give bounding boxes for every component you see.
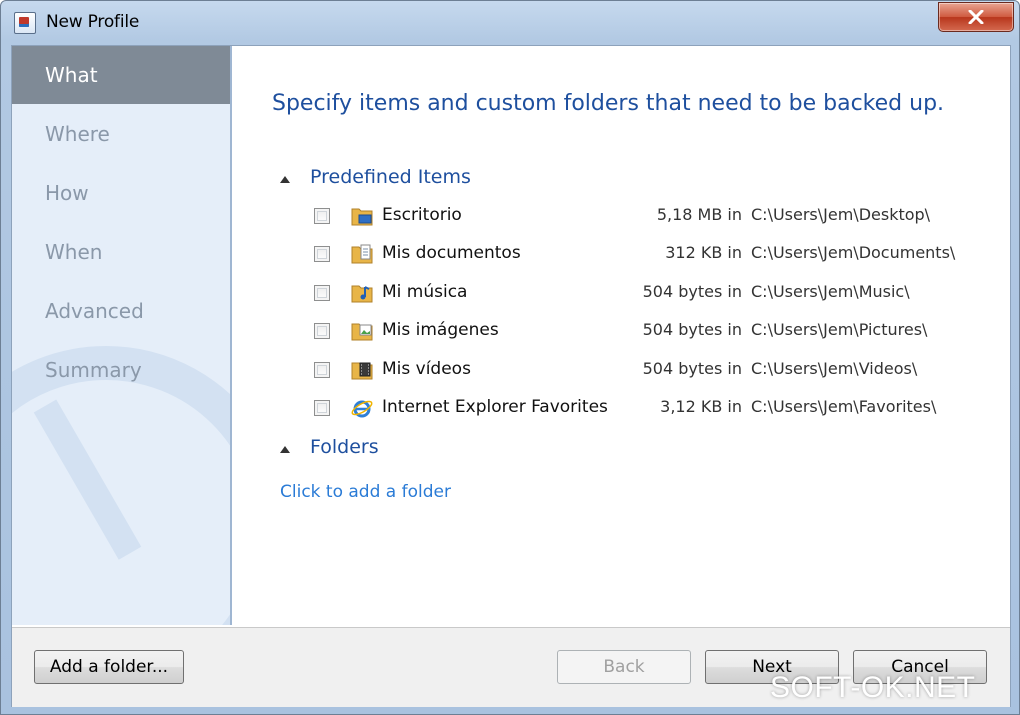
videos-folder-icon [351, 362, 373, 380]
close-button[interactable] [938, 2, 1014, 32]
item-row-videos: Mis vídeos 504 bytes in C:\Users\Jem\Vid… [312, 357, 992, 387]
step-when[interactable]: When [12, 223, 230, 281]
add-folder-link[interactable]: Click to add a folder [280, 482, 451, 502]
dialog-client-area: What Where How When Advanced Summary Spe… [11, 45, 1011, 707]
step-where[interactable]: Where [12, 105, 230, 163]
item-size: 504 bytes in [642, 282, 742, 301]
back-button[interactable]: Back [557, 650, 691, 684]
documents-checkbox[interactable] [314, 246, 330, 262]
item-row-favorites: Internet Explorer Favorites 3,12 KB in C… [312, 395, 992, 425]
item-size: 504 bytes in [642, 320, 742, 339]
item-row-pictures: Mis imágenes 504 bytes in C:\Users\Jem\P… [312, 318, 992, 348]
item-name: Mis imágenes [382, 320, 499, 340]
item-size: 3,12 KB in [660, 397, 742, 416]
page-heading: Specify items and custom folders that ne… [272, 91, 945, 116]
collapse-triangle-icon[interactable] [280, 176, 290, 183]
main-content: Specify items and custom folders that ne… [232, 46, 1008, 625]
desktop-checkbox[interactable] [314, 208, 330, 224]
new-profile-dialog: New Profile What Where How When Advanced… [0, 0, 1020, 715]
music-folder-icon [351, 285, 373, 303]
add-folder-button[interactable]: Add a folder... [34, 650, 184, 684]
step-what[interactable]: What [12, 46, 230, 104]
item-path: C:\Users\Jem\Pictures\ [751, 320, 928, 339]
music-checkbox[interactable] [314, 285, 330, 301]
pictures-checkbox[interactable] [314, 323, 330, 339]
title-bar[interactable]: New Profile [1, 1, 1019, 45]
documents-folder-icon [351, 244, 373, 264]
step-summary[interactable]: Summary [12, 341, 230, 399]
item-path: C:\Users\Jem\Favorites\ [751, 397, 937, 416]
item-size: 5,18 MB in [656, 205, 742, 224]
item-row-documents: Mis documentos 312 KB in C:\Users\Jem\Do… [312, 241, 992, 271]
videos-checkbox[interactable] [314, 362, 330, 378]
favorites-checkbox[interactable] [314, 400, 330, 416]
close-icon [968, 10, 984, 24]
item-path: C:\Users\Jem\Videos\ [751, 359, 918, 378]
item-size: 504 bytes in [642, 359, 742, 378]
item-path: C:\Users\Jem\Documents\ [751, 243, 956, 262]
item-name: Internet Explorer Favorites [382, 397, 608, 417]
item-row-music: Mi música 504 bytes in C:\Users\Jem\Musi… [312, 280, 992, 310]
item-name: Mi música [382, 282, 468, 302]
desktop-folder-icon [351, 208, 373, 226]
folders-label: Folders [310, 436, 379, 458]
internet-explorer-icon [351, 400, 373, 418]
item-path: C:\Users\Jem\Desktop\ [751, 205, 931, 224]
wizard-steps-sidebar: What Where How When Advanced Summary [12, 46, 232, 625]
item-name: Mis documentos [382, 243, 521, 263]
item-name: Escritorio [382, 205, 462, 225]
site-watermark: SOFT-OK.NET [770, 671, 976, 704]
item-path: C:\Users\Jem\Music\ [751, 282, 910, 301]
step-advanced[interactable]: Advanced [12, 282, 230, 340]
item-size: 312 KB in [665, 243, 742, 262]
pictures-folder-icon [351, 323, 373, 341]
app-icon [14, 12, 36, 34]
item-name: Mis vídeos [382, 359, 471, 379]
item-row-desktop: Escritorio 5,18 MB in C:\Users\Jem\Deskt… [312, 203, 992, 233]
window-title: New Profile [46, 12, 140, 32]
step-how[interactable]: How [12, 164, 230, 222]
predefined-items-label: Predefined Items [310, 166, 471, 188]
collapse-triangle-icon[interactable] [280, 446, 290, 453]
